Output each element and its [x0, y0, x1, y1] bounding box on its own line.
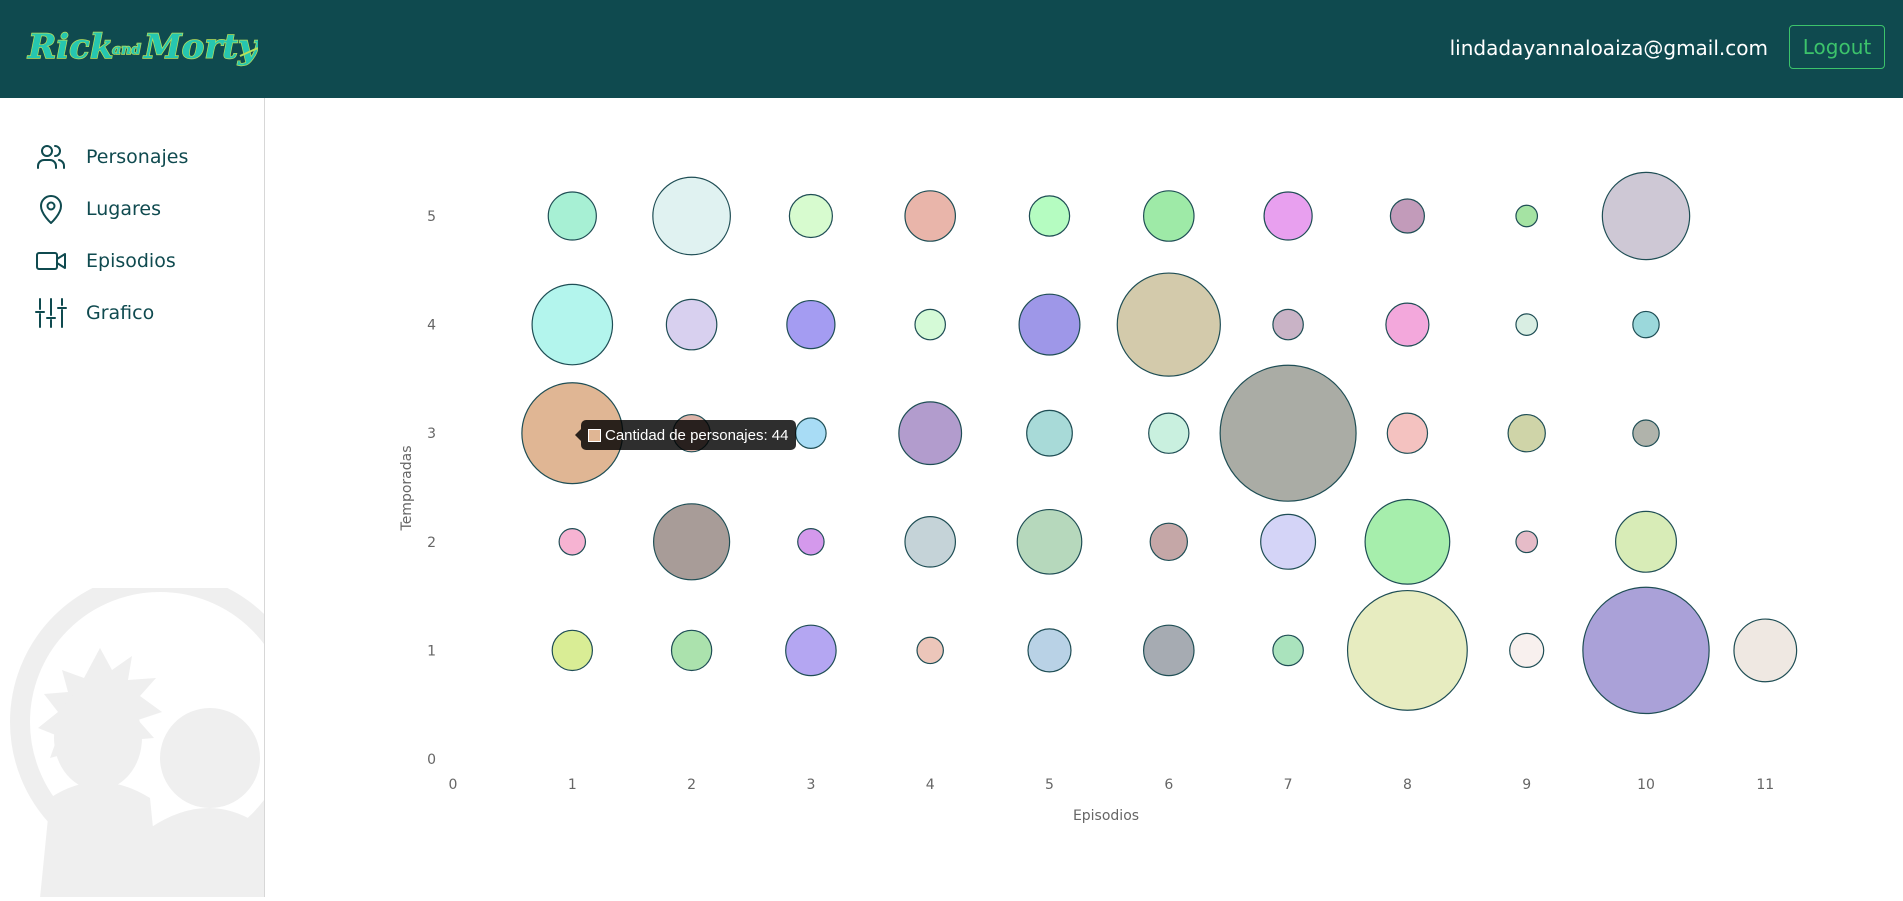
bubble-e6-t5[interactable] — [1142, 190, 1195, 242]
sidebar-item-lugares[interactable]: Lugares — [34, 192, 161, 226]
bubble-e8-t4[interactable] — [1385, 302, 1430, 347]
x-axis-title: Episodios — [1073, 808, 1139, 824]
bubble-e3-t2[interactable] — [797, 528, 825, 556]
bubble-e3-t5[interactable] — [788, 193, 833, 239]
bubble-e1-t1[interactable] — [551, 629, 594, 672]
bubble-e2-t5[interactable] — [652, 176, 731, 256]
bubble-e9-t2[interactable] — [1515, 530, 1539, 554]
y-tick-label: 5 — [427, 209, 436, 225]
y-tick-label: 1 — [427, 643, 436, 659]
bubble-e1-t4[interactable] — [531, 283, 614, 366]
bubble-e9-t5[interactable] — [1515, 204, 1539, 228]
y-tick-label: 2 — [427, 535, 436, 551]
bubble-e5-t5[interactable] — [1028, 195, 1071, 237]
sliders-icon — [34, 296, 68, 330]
bubble-e1-t5[interactable] — [547, 191, 597, 241]
bubble-e5-t3[interactable] — [1026, 409, 1073, 457]
bubble-e8-t1[interactable] — [1346, 589, 1468, 711]
map-pin-icon — [34, 192, 68, 226]
sidebar-item-label: Personajes — [86, 146, 189, 168]
user-email: lindadayannaloaiza@gmail.com — [1449, 36, 1768, 60]
bubble-e7-t3[interactable] — [1219, 364, 1357, 502]
bubble-e6-t4[interactable] — [1116, 272, 1221, 377]
y-tick-label: 0 — [427, 752, 436, 768]
sidebar-item-label: Episodios — [86, 250, 176, 272]
bubble-e3-t3[interactable] — [795, 417, 827, 449]
bubble-e10-t2[interactable] — [1614, 510, 1677, 573]
x-tick-label: 8 — [1403, 777, 1412, 793]
bubble-e4-t2[interactable] — [904, 515, 957, 568]
bubble-e4-t1[interactable] — [916, 636, 944, 665]
sidebar-item-episodios[interactable]: Episodios — [34, 244, 176, 278]
x-tick-label: 11 — [1756, 777, 1774, 793]
bubble-e10-t4[interactable] — [1632, 310, 1660, 339]
bubble-e9-t3[interactable] — [1507, 413, 1546, 453]
bubble-e9-t4[interactable] — [1515, 313, 1539, 336]
x-tick-label: 7 — [1284, 777, 1293, 793]
users-icon — [34, 140, 68, 174]
bubble-e4-t3[interactable] — [898, 401, 963, 466]
bubble-e6-t3[interactable] — [1148, 412, 1190, 454]
chart-tooltip: Cantidad de personajes: 44 — [574, 420, 797, 450]
tooltip-color-swatch — [588, 428, 601, 442]
bubble-e6-t2[interactable] — [1149, 522, 1189, 562]
bubble-e6-t1[interactable] — [1142, 624, 1195, 677]
bubble-e10-t5[interactable] — [1601, 171, 1691, 261]
bubble-e8-t3[interactable] — [1386, 412, 1429, 454]
x-tick-label: 3 — [806, 777, 815, 793]
sidebar-item-personajes[interactable]: Personajes — [34, 140, 188, 174]
rick-and-morty-silhouette-icon — [0, 572, 264, 897]
x-tick-label: 6 — [1164, 777, 1173, 793]
logo-text-rick: Rick — [27, 27, 113, 67]
bubble-e7-t2[interactable] — [1260, 513, 1317, 570]
x-tick-label: 4 — [926, 777, 935, 793]
bubble-e9-t1[interactable] — [1509, 632, 1545, 668]
x-tick-label: 9 — [1522, 777, 1531, 793]
y-axis-ticks: 0 1 2 3 4 5 — [427, 209, 436, 768]
x-tick-label: 2 — [687, 777, 696, 793]
bubble-e1-t2[interactable] — [558, 528, 587, 556]
bubble-e4-t4[interactable] — [914, 308, 946, 341]
x-tick-label: 1 — [568, 777, 577, 793]
app-logo[interactable]: Rick and Morty — [26, 22, 260, 74]
bubble-e7-t1[interactable] — [1272, 634, 1304, 667]
sidebar-item-label: Grafico — [86, 302, 155, 324]
logo-text-and: and — [112, 42, 141, 58]
video-camera-icon — [34, 244, 68, 278]
bubble-e7-t5[interactable] — [1263, 191, 1313, 241]
x-axis-ticks: 0 1 2 3 4 5 6 7 8 9 10 11 — [449, 777, 1775, 793]
rick-and-morty-logo: Rick and Morty — [26, 26, 260, 67]
logo-text-morty: Morty — [143, 27, 258, 67]
bubble-e5-t1[interactable] — [1027, 628, 1072, 673]
bubble-e5-t4[interactable] — [1018, 293, 1081, 356]
tooltip-text: Cantidad de personajes: 44 — [605, 426, 789, 444]
bubble-chart: 0 1 2 3 4 5 6 7 8 9 10 11 0 1 2 3 4 5 Episodios Temporad… — [265, 98, 1903, 897]
x-tick-label: 0 — [449, 777, 458, 793]
y-axis-title: Temporadas — [399, 446, 415, 532]
bubble-e4-t5[interactable] — [904, 190, 957, 242]
x-tick-label: 5 — [1045, 777, 1054, 793]
logout-button[interactable]: Logout — [1789, 25, 1885, 69]
y-tick-label: 4 — [427, 318, 436, 334]
bubble-e2-t2[interactable] — [653, 503, 731, 581]
x-tick-label: 10 — [1637, 777, 1655, 793]
sidebar-item-grafico[interactable]: Grafico — [34, 296, 154, 330]
top-header: Rick and Morty lindadayannaloaiza@gmail.… — [0, 0, 1903, 98]
bubble-chart-svg: 0 1 2 3 4 5 6 7 8 9 10 11 0 1 2 3 4 5 Episodios Temporad… — [399, 171, 1798, 824]
bubble-e10-t3[interactable] — [1632, 419, 1660, 447]
y-tick-label: 3 — [427, 426, 436, 442]
bubble-e2-t1[interactable] — [670, 629, 713, 672]
bubble-e8-t2[interactable] — [1364, 498, 1451, 585]
bubble-e10-t1[interactable] — [1582, 586, 1710, 715]
sidebar-item-label: Lugares — [86, 198, 161, 220]
bubble-e2-t4[interactable] — [665, 298, 718, 351]
bubble-e11-t1[interactable] — [1733, 618, 1798, 683]
bubble-e8-t5[interactable] — [1389, 198, 1425, 234]
bubble-e3-t4[interactable] — [786, 299, 836, 350]
sidebar: Personajes Lugares Episodios Grafico — [0, 98, 265, 897]
bubble-e7-t4[interactable] — [1272, 308, 1304, 341]
bubble-e3-t1[interactable] — [785, 624, 837, 677]
bubble-e5-t2[interactable] — [1016, 508, 1083, 575]
